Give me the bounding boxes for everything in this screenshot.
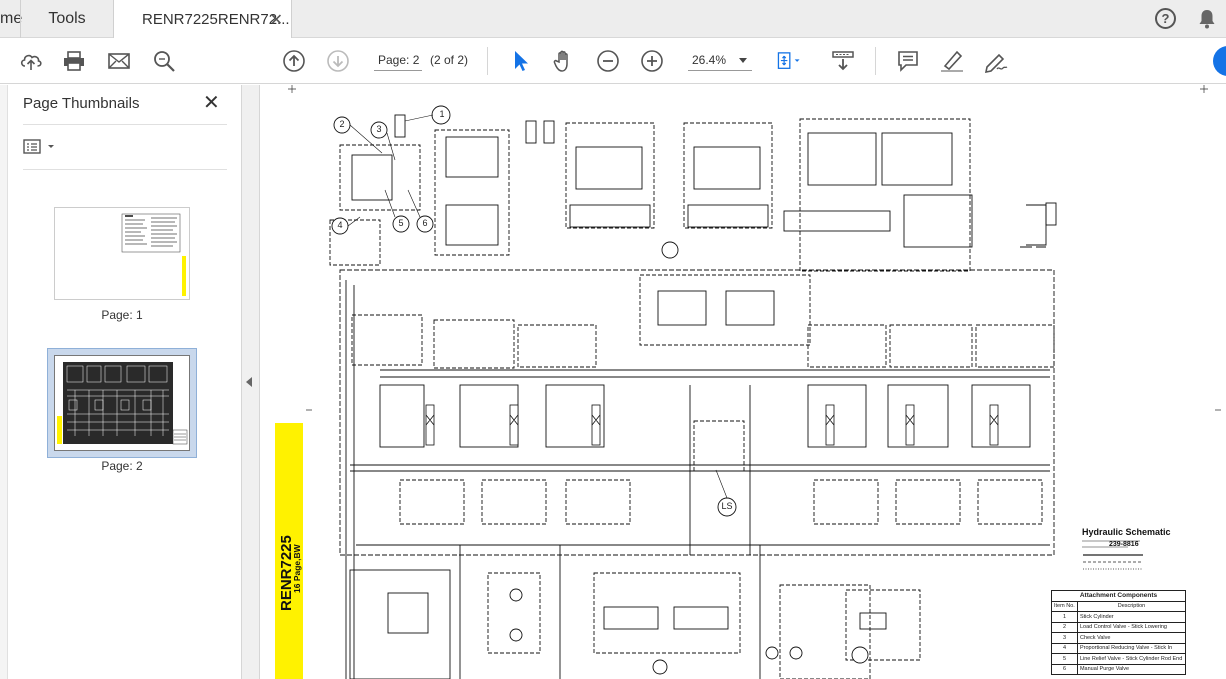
line-type-legend	[1083, 554, 1143, 570]
attachment-components-table: Attachment Components Item No. Descripti…	[1051, 590, 1187, 675]
toolbar: Page: 2 (2 of 2) 26.4%	[0, 38, 1226, 84]
page-count: (2 of 2)	[430, 53, 469, 67]
zoom-out-icon[interactable]	[595, 48, 621, 74]
print-icon[interactable]	[61, 48, 87, 74]
tab-document-label: RENR7225RENR72...	[142, 11, 290, 28]
search-icon[interactable]	[151, 48, 177, 74]
tab-tools-label: Tools	[48, 10, 86, 27]
thumbnail-page-1-image	[121, 213, 186, 296]
table-row: 3 Check Valve	[1051, 632, 1187, 644]
toolbar-divider	[875, 47, 876, 75]
table-cell: Load Control Valve - Stick Lowering	[1076, 621, 1187, 633]
table-cell: 6	[1051, 663, 1078, 675]
table-cell: Stick Cylinder	[1076, 611, 1187, 623]
tab-bar: me Tools RENR7225RENR72... ✕ ?	[0, 0, 1226, 39]
select-tool-icon[interactable]	[507, 48, 533, 74]
next-page-icon[interactable]	[325, 48, 351, 74]
zoom-in-icon[interactable]	[639, 48, 665, 74]
table-cell: 1	[1051, 611, 1078, 623]
callout-4: 4	[337, 220, 343, 230]
upload-cloud-icon[interactable]	[18, 48, 44, 74]
thumbnail-options-icon[interactable]	[23, 138, 59, 156]
page-number-input[interactable]: Page: 2	[374, 49, 422, 71]
divider	[23, 124, 227, 125]
callout-2: 2	[339, 119, 345, 129]
tab-tools[interactable]: Tools	[20, 0, 114, 38]
table-cell: 4	[1051, 642, 1078, 654]
divider	[23, 169, 227, 170]
tab-home[interactable]: me	[0, 0, 22, 38]
table-cell: Check Valve	[1076, 632, 1187, 644]
table-row: 4 Proportional Reducing Valve - Stick In	[1051, 642, 1187, 654]
table-cell: Line Relief Valve - Stick Cylinder Rod E…	[1076, 653, 1187, 665]
table-header: Item No.	[1051, 600, 1078, 612]
table-row: 5 Line Relief Valve - Stick Cylinder Rod …	[1051, 653, 1187, 665]
panel-title: Page Thumbnails	[23, 95, 140, 112]
toolbar-divider	[487, 47, 488, 75]
table-cell: 3	[1051, 632, 1078, 644]
callout-6: 6	[422, 218, 428, 228]
schematic-part-number: 239-8816	[1109, 541, 1139, 548]
scroll-mode-icon[interactable]	[830, 48, 856, 74]
thumbnail-page-1[interactable]	[54, 207, 190, 300]
callout-1: 1	[439, 109, 445, 119]
comment-icon[interactable]	[895, 48, 921, 74]
document-pages: 16 Page,BW	[292, 543, 302, 593]
bell-icon[interactable]	[1198, 8, 1216, 30]
close-panel-icon[interactable]: ✕	[203, 93, 220, 113]
table-title: Attachment Components	[1051, 590, 1186, 602]
table-cell: 5	[1051, 653, 1078, 665]
table-row: 1 Stick Cylinder	[1051, 611, 1187, 623]
highlight-icon[interactable]	[939, 48, 965, 74]
panel-collapse-handle[interactable]	[242, 85, 260, 679]
collapse-arrow-icon[interactable]	[246, 377, 252, 387]
fit-page-icon[interactable]	[776, 48, 802, 74]
panel-edge	[0, 85, 8, 679]
tab-document[interactable]: RENR7225RENR72... ✕	[114, 0, 292, 39]
email-icon[interactable]	[106, 48, 132, 74]
thumbnail-page-2-image	[55, 356, 189, 450]
thumbnail-page-2-frame	[54, 355, 190, 451]
document-id-label: RENR7225 16 Page,BW	[278, 535, 302, 611]
sign-icon[interactable]	[983, 48, 1009, 74]
thumbnail-page-2[interactable]	[47, 348, 197, 458]
previous-page-icon[interactable]	[281, 48, 307, 74]
callout-3: 3	[376, 124, 382, 134]
table-row: 6 Manual Purge Valve	[1051, 663, 1187, 675]
table-header: Description	[1076, 600, 1187, 612]
table-cell: Manual Purge Valve	[1076, 663, 1187, 675]
table-cell: Proportional Reducing Valve - Stick In	[1076, 642, 1187, 654]
zoom-dropdown-caret[interactable]	[739, 58, 747, 63]
thumbnail-page-2-label: Page: 2	[101, 459, 143, 473]
close-tab-icon[interactable]: ✕	[270, 10, 283, 30]
table-cell: 2	[1051, 621, 1078, 633]
schematic-title: Hydraulic Schematic	[1082, 527, 1171, 537]
ls-callout: LS	[721, 501, 733, 511]
table-row: 2 Load Control Valve - Stick Lowering	[1051, 621, 1187, 633]
help-icon[interactable]: ?	[1155, 8, 1176, 29]
thumbnail-page-1-label: Page: 1	[101, 308, 143, 322]
account-button[interactable]	[1213, 46, 1226, 76]
tab-home-label: me	[0, 10, 23, 27]
hand-tool-icon[interactable]	[551, 48, 577, 74]
callout-5: 5	[398, 218, 404, 228]
thumbnails-panel: Page Thumbnails ✕ Page: 1 Page: 2	[0, 85, 242, 679]
